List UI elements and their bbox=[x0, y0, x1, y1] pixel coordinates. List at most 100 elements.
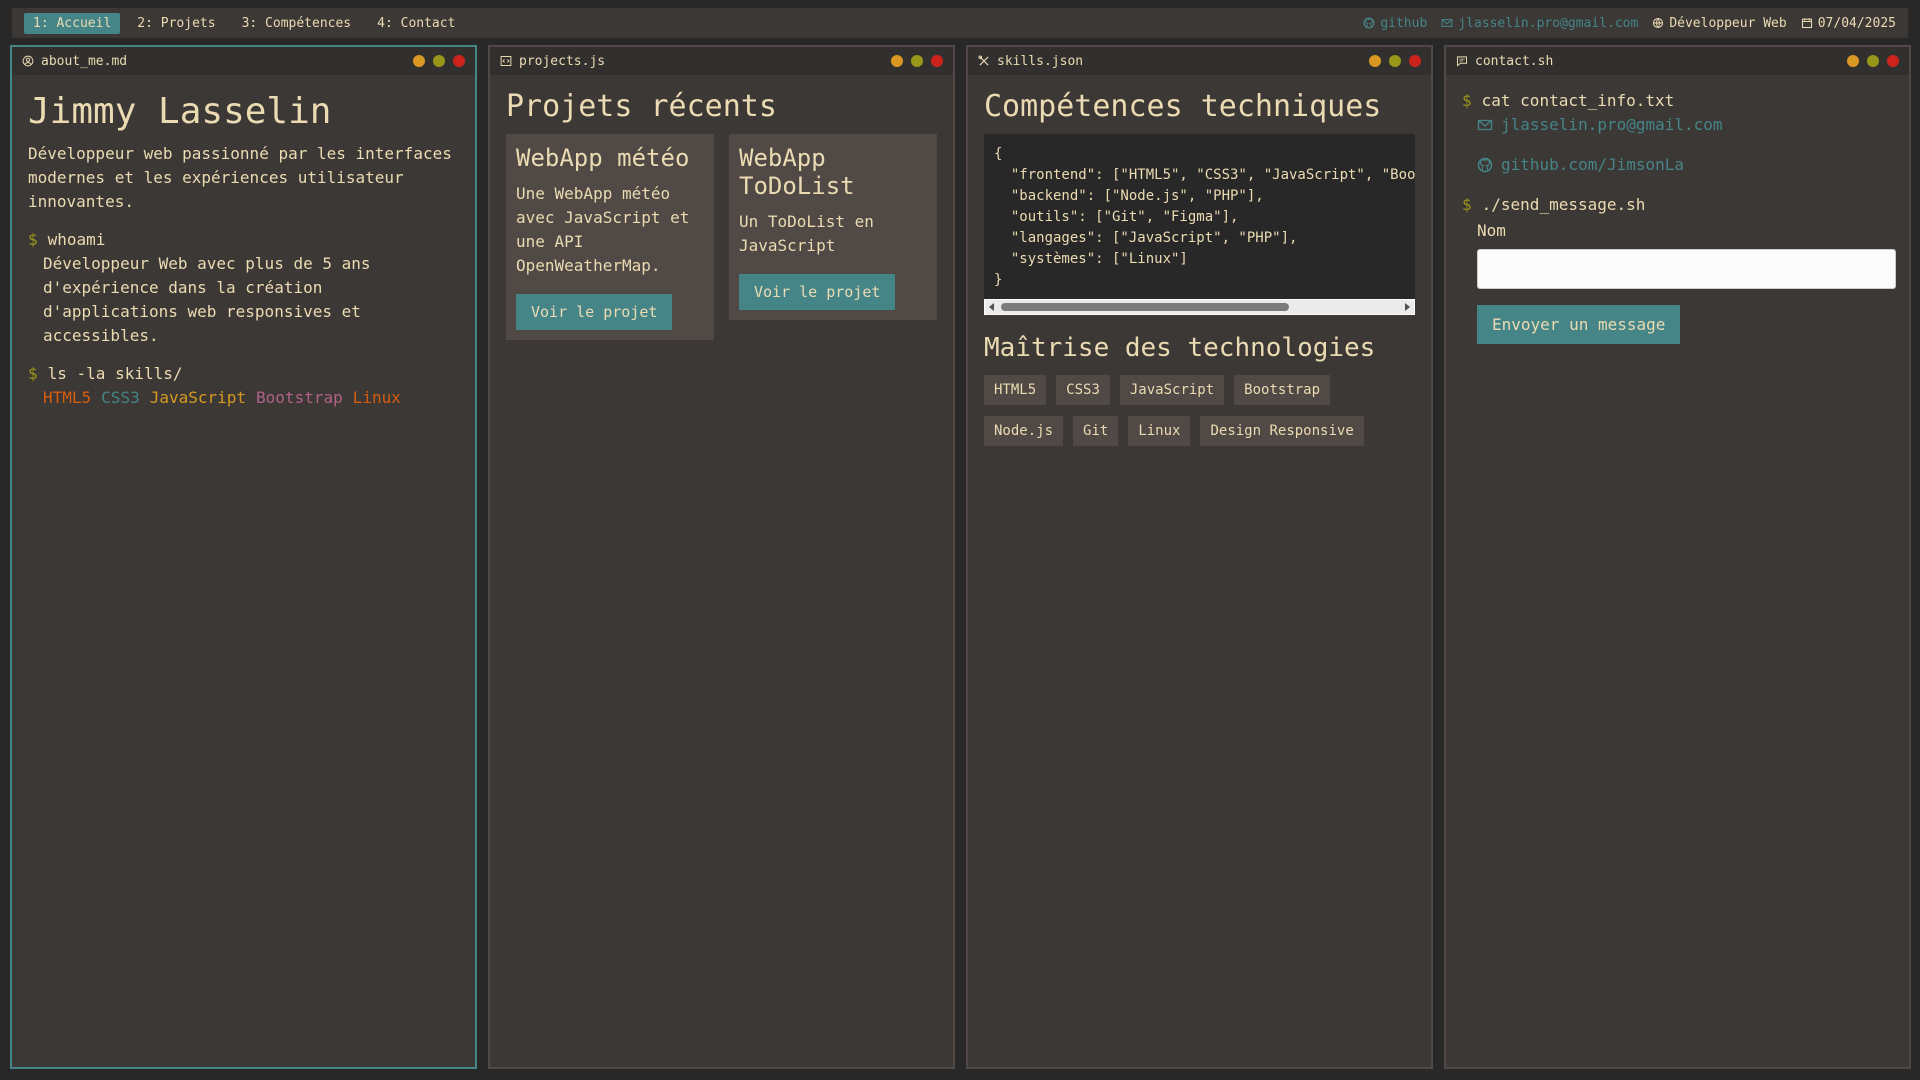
terminal-command: $ ls -la skills/ bbox=[28, 362, 459, 386]
terminal-command: $ ./send_message.sh bbox=[1462, 193, 1893, 217]
project-title: WebApp ToDoList bbox=[739, 144, 855, 200]
workspace-projets[interactable]: 2: Projets bbox=[128, 13, 224, 34]
project-card: WebApp ToDoList Un ToDoList en JavaScrip… bbox=[729, 134, 937, 320]
minimize-button[interactable] bbox=[891, 55, 903, 67]
skills-window[interactable]: skills.json Compétences techniques { "fr… bbox=[966, 45, 1433, 1069]
command-text: cat contact_info.txt bbox=[1481, 91, 1675, 110]
status-role: Développeur Web bbox=[1652, 16, 1787, 31]
skill-item: CSS3 bbox=[101, 388, 140, 407]
command-output: Développeur Web avec plus de 5 ans d'exp… bbox=[43, 254, 371, 345]
github-icon bbox=[1363, 17, 1375, 29]
close-button[interactable] bbox=[1409, 55, 1421, 67]
tech-tag: Design Responsive bbox=[1200, 416, 1364, 446]
user-circle-icon bbox=[22, 55, 34, 67]
view-project-button[interactable]: Voir le projet bbox=[516, 294, 673, 330]
globe-icon bbox=[1653, 17, 1664, 29]
maximize-button[interactable] bbox=[1867, 55, 1879, 67]
prompt-symbol: $ bbox=[1462, 195, 1472, 214]
window-controls bbox=[1369, 55, 1421, 67]
terminal-command: $ cat contact_info.txt bbox=[1462, 89, 1893, 113]
tools-icon bbox=[978, 55, 989, 66]
skills-code-block: { "frontend": ["HTML5", "CSS3", "JavaScr… bbox=[984, 134, 1415, 299]
workspace-competences[interactable]: 3: Compétences bbox=[233, 13, 361, 34]
about-window[interactable]: about_me.md Jimmy Lasselin Développeur w… bbox=[10, 45, 477, 1069]
project-description: Un ToDoList en JavaScript bbox=[739, 212, 874, 255]
name-input[interactable] bbox=[1477, 249, 1896, 289]
status-github-label: github bbox=[1380, 15, 1428, 31]
workspace-accueil[interactable]: 1: Accueil bbox=[24, 12, 121, 34]
profile-intro: Développeur web passionné par les interf… bbox=[28, 144, 452, 211]
skill-item: Linux bbox=[352, 388, 401, 407]
project-card: WebApp météo Une WebApp météo avec JavaS… bbox=[506, 134, 714, 340]
project-title: WebApp météo bbox=[516, 144, 690, 172]
skills-output: HTML5 CSS3 JavaScript Bootstrap Linux bbox=[28, 386, 459, 410]
command-text: ls -la skills/ bbox=[47, 364, 183, 383]
project-list: WebApp météo Une WebApp météo avec JavaS… bbox=[506, 134, 937, 340]
close-button[interactable] bbox=[453, 55, 465, 67]
status-date-label: 07/04/2025 bbox=[1817, 15, 1896, 31]
minimize-button[interactable] bbox=[413, 55, 425, 67]
maximize-button[interactable] bbox=[911, 55, 923, 67]
about-window-title: about_me.md bbox=[41, 53, 128, 69]
tech-tag: Linux bbox=[1128, 416, 1191, 446]
tech-tag: CSS3 bbox=[1056, 375, 1110, 405]
projects-window[interactable]: projects.js Projets récents WebApp météo… bbox=[488, 45, 955, 1069]
close-button[interactable] bbox=[931, 55, 943, 67]
scroll-right-arrow-icon[interactable] bbox=[1405, 303, 1410, 311]
prompt-symbol: $ bbox=[1462, 91, 1472, 110]
tech-tag: JavaScript bbox=[1119, 375, 1225, 405]
contact-content: $ cat contact_info.txt jlasselin.pro@gmai… bbox=[1446, 75, 1909, 358]
minimize-button[interactable] bbox=[1369, 55, 1381, 67]
projects-titlebar[interactable]: projects.js bbox=[490, 47, 953, 75]
about-titlebar[interactable]: about_me.md bbox=[12, 47, 475, 75]
maximize-button[interactable] bbox=[433, 55, 445, 67]
tech-tag: Git bbox=[1073, 416, 1119, 446]
workspace-contact[interactable]: 4: Contact bbox=[368, 13, 464, 34]
status-email-link[interactable]: jlasselin.pro@gmail.com bbox=[1441, 16, 1638, 31]
tech-tag: HTML5 bbox=[984, 375, 1047, 405]
close-button[interactable] bbox=[1887, 55, 1899, 67]
profile-name: Jimmy Lasselin bbox=[28, 91, 332, 132]
scrollbar-thumb[interactable] bbox=[1001, 303, 1289, 311]
mail-icon bbox=[1441, 19, 1453, 27]
window-controls bbox=[413, 55, 465, 67]
terminal-command: $ whoami bbox=[28, 228, 459, 252]
contact-github-link[interactable]: github.com/JimsonLa bbox=[1462, 153, 1893, 177]
status-area: github jlasselin.pro@gmail.com Développe… bbox=[1363, 16, 1896, 31]
skill-item: Bootstrap bbox=[256, 388, 343, 407]
mail-icon bbox=[1477, 119, 1493, 131]
technology-tags: HTML5 CSS3 JavaScript Bootstrap Node.js … bbox=[984, 375, 1415, 446]
prompt-symbol: $ bbox=[28, 230, 38, 249]
skills-titlebar[interactable]: skills.json bbox=[968, 47, 1431, 75]
projects-window-title: projects.js bbox=[519, 53, 606, 69]
contact-email-link[interactable]: jlasselin.pro@gmail.com bbox=[1462, 113, 1893, 137]
skill-item: HTML5 bbox=[43, 388, 92, 407]
skill-item: JavaScript bbox=[149, 388, 247, 407]
status-github-link[interactable]: github bbox=[1363, 16, 1427, 31]
github-icon bbox=[1477, 157, 1493, 173]
send-message-button[interactable]: Envoyer un message bbox=[1477, 305, 1681, 344]
tech-tag: Node.js bbox=[984, 416, 1064, 446]
status-date: 07/04/2025 bbox=[1801, 16, 1896, 31]
prompt-symbol: $ bbox=[28, 364, 38, 383]
contact-github-text: github.com/JimsonLa bbox=[1501, 155, 1685, 174]
contact-email-text: jlasselin.pro@gmail.com bbox=[1501, 115, 1723, 134]
projects-heading: Projets récents bbox=[506, 89, 777, 124]
horizontal-scrollbar[interactable] bbox=[984, 299, 1415, 315]
window-controls bbox=[891, 55, 943, 67]
top-bar: 1: Accueil 2: Projets 3: Compétences 4: … bbox=[12, 8, 1908, 38]
about-content: Jimmy Lasselin Développeur web passionné… bbox=[12, 75, 475, 424]
scroll-left-arrow-icon[interactable] bbox=[989, 303, 994, 311]
calendar-icon bbox=[1801, 18, 1812, 29]
contact-window[interactable]: contact.sh $ cat contact_info.txt jlassel… bbox=[1444, 45, 1911, 1069]
view-project-button[interactable]: Voir le projet bbox=[739, 274, 896, 310]
send-button-wrap: Envoyer un message bbox=[1462, 305, 1893, 344]
contact-titlebar[interactable]: contact.sh bbox=[1446, 47, 1909, 75]
projects-content: Projets récents WebApp météo Une WebApp … bbox=[490, 75, 953, 354]
mastery-heading: Maîtrise des technologies bbox=[984, 333, 1376, 363]
maximize-button[interactable] bbox=[1389, 55, 1401, 67]
command-text: whoami bbox=[47, 230, 106, 249]
workspace-list: 1: Accueil 2: Projets 3: Compétences 4: … bbox=[24, 12, 464, 34]
minimize-button[interactable] bbox=[1847, 55, 1859, 67]
status-email-label: jlasselin.pro@gmail.com bbox=[1458, 15, 1639, 31]
